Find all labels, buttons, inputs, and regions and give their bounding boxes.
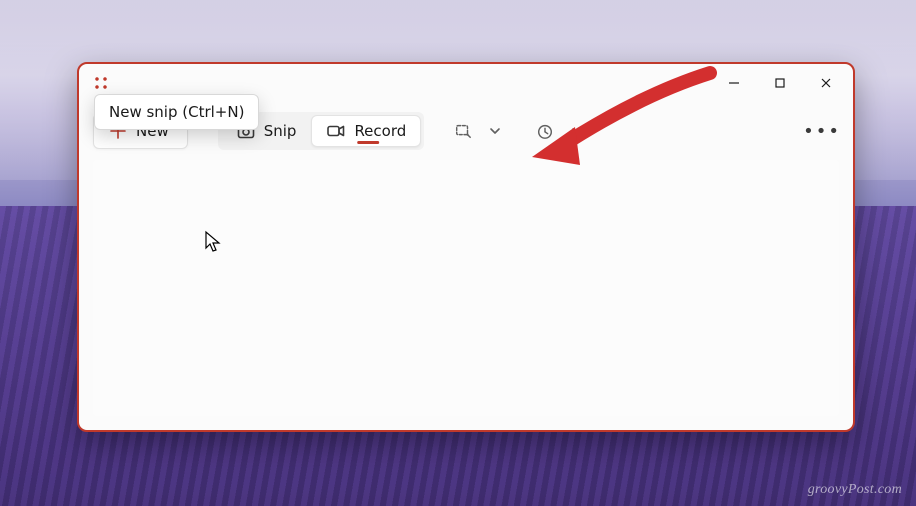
record-tab[interactable]: Record: [311, 115, 421, 147]
maximize-icon: [774, 77, 786, 89]
watermark: groovyPost.com: [808, 482, 902, 498]
minimize-icon: [728, 77, 740, 89]
close-button[interactable]: [803, 67, 849, 99]
window-controls: [711, 67, 849, 99]
selected-underline: [358, 141, 380, 144]
more-button[interactable]: •••: [805, 114, 839, 148]
snip-mode-group: [446, 114, 506, 148]
minimize-button[interactable]: [711, 67, 757, 99]
chevron-down-icon: [489, 125, 501, 137]
snip-mode-button[interactable]: [446, 114, 480, 148]
ellipsis-icon: •••: [803, 121, 841, 142]
delay-dropdown[interactable]: [566, 114, 588, 148]
record-label: Record: [354, 122, 406, 140]
new-button-tooltip: New snip (Ctrl+N): [94, 94, 259, 130]
chevron-down-icon: [571, 125, 583, 137]
snip-mode-dropdown[interactable]: [484, 114, 506, 148]
close-icon: [820, 77, 832, 89]
delay-group: [528, 114, 588, 148]
canvas-area: [93, 160, 839, 416]
snip-label: Snip: [264, 122, 297, 140]
app-icon: [93, 75, 109, 91]
clock-icon: [536, 122, 554, 140]
maximize-button[interactable]: [757, 67, 803, 99]
rectangle-select-icon: [454, 122, 472, 140]
delay-button[interactable]: [528, 114, 562, 148]
video-icon: [326, 121, 346, 141]
